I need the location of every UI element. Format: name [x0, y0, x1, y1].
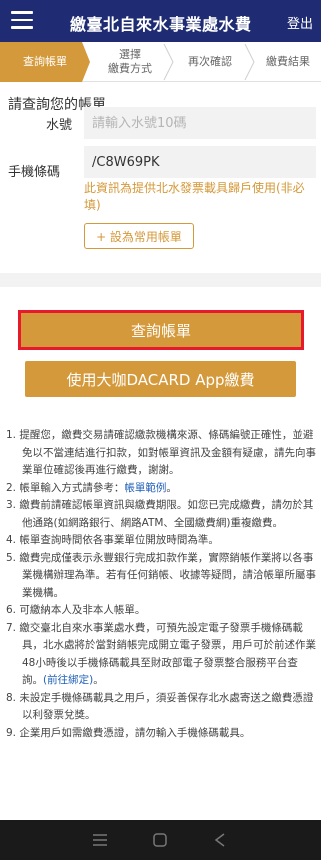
- go-bind-link[interactable]: (前往綁定): [43, 674, 93, 686]
- notice-item: 6. 可繳納本人及非本人帳單。: [6, 604, 146, 616]
- step-result: 繳費結果: [266, 55, 310, 68]
- notice-item: 7. 繳交臺北自來水事業處水費，可預先設定電子發票手機條碼載具，北水處將於當對銷…: [6, 621, 316, 687]
- step-progress: 查詢帳單 選擇 繳費方式 再次確認 繳費結果: [0, 42, 321, 82]
- notice-item: 9. 企業用戶如需繳費憑證，請勿輸入手機條碼載具。: [6, 726, 251, 739]
- notice-list: 1. 提醒您，繳費交易請確認繳款機構來源、條碼編號正確性，並避免以不當連結進行扣…: [6, 427, 318, 742]
- notice-item: 8. 未設定手機條碼載具之用戶，須妥善保存北水處寄送之繳費憑證以利發票兌獎。: [6, 691, 314, 722]
- back-icon[interactable]: [190, 820, 250, 860]
- query-bill-button[interactable]: 查詢帳單: [18, 310, 304, 350]
- phone-barcode-input[interactable]: /C8W69PK: [84, 146, 316, 178]
- step-payment-method: 選擇 繳費方式: [108, 48, 152, 75]
- phone-barcode-label: 手機條碼: [8, 165, 61, 180]
- bill-example-link[interactable]: 帳單範例: [124, 482, 166, 494]
- logout-button[interactable]: 登出: [287, 13, 313, 32]
- notice-item: 2. 帳單輸入方式請參考：帳單範例。: [6, 481, 177, 494]
- step-confirm: 再次確認: [188, 55, 232, 68]
- page-title: 繳臺北自來水事業處水費: [70, 15, 252, 34]
- phone-barcode-note: 此資訊為提供北水發票載具歸戶使用(非必填): [84, 181, 305, 212]
- app-header: 繳臺北自來水事業處水費 登出: [0, 0, 321, 42]
- hamburger-menu-icon[interactable]: [11, 11, 33, 31]
- set-favorite-bill-button[interactable]: + 設為常用帳單: [84, 223, 194, 249]
- water-number-label: 水號: [46, 118, 73, 133]
- home-icon[interactable]: [130, 820, 190, 860]
- water-number-input[interactable]: [84, 107, 316, 139]
- notice-item: 5. 繳費完成僅表示永豐銀行完成扣款作業，實際銷帳作業將以各事業機構辦理為準。若…: [6, 551, 316, 599]
- recent-apps-icon[interactable]: [70, 820, 130, 860]
- notice-item: 4. 帳單查詢時間依各事業單位開放時間為準。: [6, 534, 219, 546]
- dacard-pay-button[interactable]: 使用大咖DACARD App繳費: [25, 361, 296, 397]
- notice-item: 3. 繳費前請確認帳單資訊與繳費期限。如您已完成繳費，請勿於其他通路(如網路銀行…: [6, 499, 314, 529]
- section-divider: [0, 273, 321, 287]
- system-navigation-bar: [0, 820, 321, 860]
- notice-item: 1. 提醒您，繳費交易請確認繳款機構來源、條碼編號正確性，並避免以不當連結進行扣…: [6, 429, 316, 476]
